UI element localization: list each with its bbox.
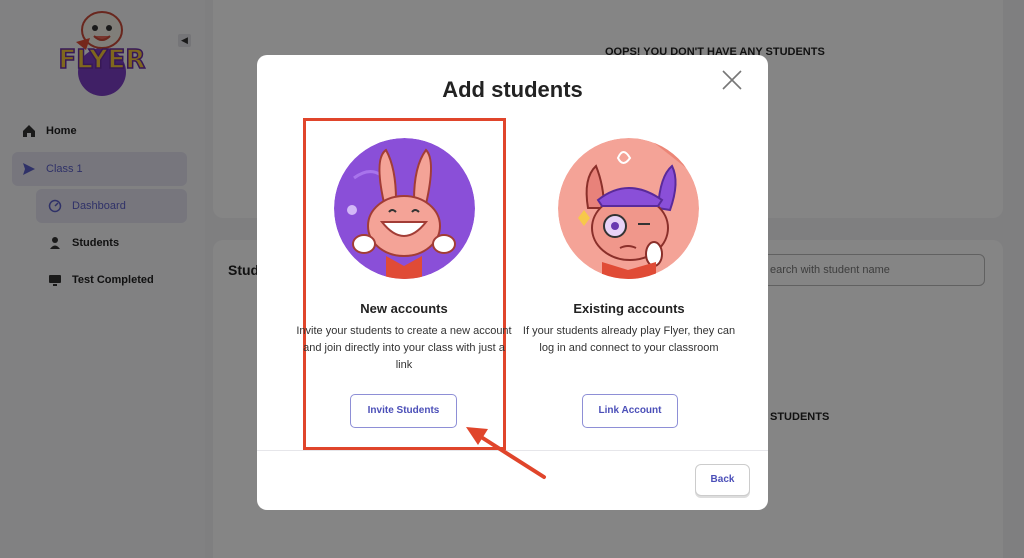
fox-excited-illustration bbox=[334, 138, 475, 279]
invite-students-button[interactable]: Invite Students bbox=[350, 394, 457, 428]
annotation-arrow-icon bbox=[466, 427, 546, 479]
new-accounts-title: New accounts bbox=[360, 301, 448, 316]
modal-title: Add students bbox=[442, 77, 583, 102]
link-account-button[interactable]: Link Account bbox=[582, 394, 678, 428]
fox-detective-illustration bbox=[558, 138, 699, 279]
back-button[interactable]: Back bbox=[695, 464, 750, 496]
close-icon[interactable] bbox=[721, 69, 743, 91]
existing-accounts-description: If your students already play Flyer, the… bbox=[522, 325, 736, 354]
new-accounts-description: Invite your students to create a new acc… bbox=[296, 325, 512, 371]
existing-accounts-title: Existing accounts bbox=[573, 301, 685, 316]
